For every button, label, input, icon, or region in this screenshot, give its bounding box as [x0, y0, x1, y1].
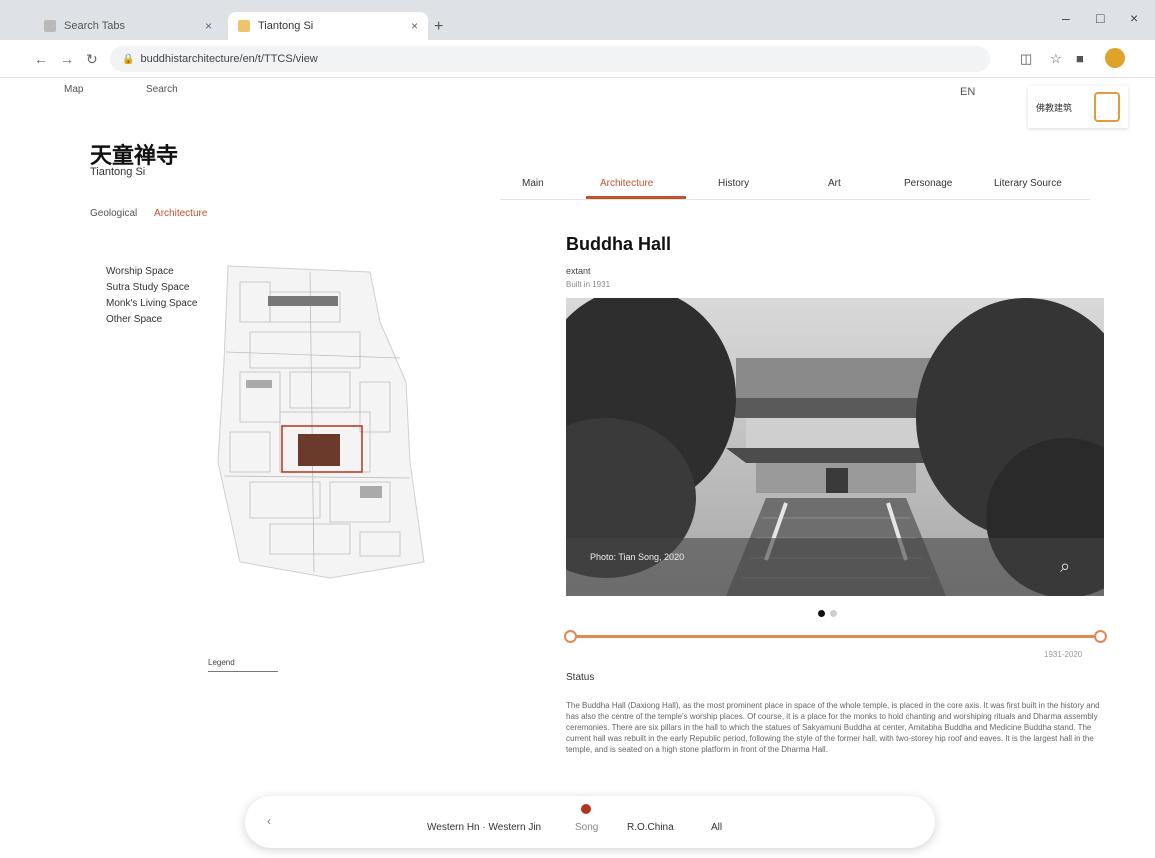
- nav-main[interactable]: Main: [522, 178, 544, 189]
- maximize-icon[interactable]: □: [1096, 10, 1104, 26]
- carousel-dots: [818, 610, 858, 620]
- buddha-hall-highlight[interactable]: [298, 434, 340, 466]
- address-bar[interactable]: 🔒 buddhistarchitecture/en/t/TTCS/view: [110, 46, 990, 72]
- legend-item-worship[interactable]: Worship Space: [106, 264, 197, 280]
- close-window-icon[interactable]: ×: [1130, 10, 1138, 26]
- site-logo[interactable]: 佛教建筑: [1028, 86, 1128, 128]
- tab-favicon-icon: [44, 20, 56, 32]
- minimize-icon[interactable]: –: [1062, 10, 1070, 26]
- hall-status: extant: [566, 266, 591, 276]
- close-tab-icon[interactable]: ×: [411, 19, 418, 33]
- top-nav-search[interactable]: Search: [146, 84, 178, 95]
- tab-label: Tiantong Si: [258, 20, 314, 32]
- nav-history[interactable]: History: [718, 178, 749, 189]
- logo-seal-icon: [1094, 92, 1120, 122]
- plan-legend-toggle[interactable]: Legend: [208, 658, 278, 672]
- subnav-architecture[interactable]: Architecture: [154, 208, 207, 219]
- bookmark-icon[interactable]: ☆: [1050, 51, 1062, 67]
- hall-title: Buddha Hall: [566, 234, 672, 254]
- nav-architecture[interactable]: Architecture: [600, 178, 653, 189]
- period-western-han[interactable]: Western Hn · Western Jin: [427, 822, 541, 833]
- extension-icon[interactable]: ◫: [1020, 51, 1032, 67]
- browser-tab[interactable]: Search Tabs ×: [34, 12, 222, 40]
- puzzle-icon[interactable]: ■: [1076, 51, 1084, 66]
- timeline-start-handle[interactable]: [564, 630, 577, 643]
- close-tab-icon[interactable]: ×: [205, 19, 212, 33]
- period-marker-icon: [581, 804, 591, 814]
- new-tab-icon[interactable]: +: [434, 18, 443, 36]
- lock-icon: 🔒: [122, 53, 135, 65]
- period-roc[interactable]: R.O.China: [627, 822, 674, 833]
- main-nav: Main Architecture History Art Personage …: [500, 168, 1090, 200]
- profile-avatar[interactable]: [1105, 48, 1125, 68]
- top-nav-map[interactable]: Map: [64, 84, 83, 95]
- forward-icon[interactable]: →: [60, 51, 74, 67]
- browser-tab-bar: Search Tabs × Tiantong Si × + – □ ×: [0, 0, 1155, 40]
- period-filter-bar: ‹ Western Hn · Western Jin Song R.O.Chin…: [245, 796, 935, 848]
- hall-built-date: Built in 1931: [566, 280, 611, 289]
- timeline-slider[interactable]: [564, 630, 1108, 644]
- browser-toolbar: ← → ↻ 🔒 buddhistarchitecture/en/t/TTCS/v…: [0, 40, 1155, 78]
- temple-plan-map[interactable]: [210, 262, 440, 582]
- status-heading: Status: [566, 672, 595, 683]
- tab-favicon-icon: [238, 20, 250, 32]
- photo-caption: Photo: Tian Song, 2020: [590, 552, 685, 562]
- chevron-left-icon[interactable]: ‹: [267, 814, 271, 828]
- timeline-track: [570, 635, 1102, 638]
- page-subtitle: Tiantong Si: [90, 166, 146, 178]
- carousel-dot-active[interactable]: [818, 610, 825, 617]
- hall-description: The Buddha Hall (Daxiong Hall), as the m…: [566, 701, 1100, 754]
- nav-literary-source[interactable]: Literary Source: [994, 178, 1062, 189]
- period-song[interactable]: Song: [575, 822, 598, 833]
- url-text: buddhistarchitecture/en/t/TTCS/view: [140, 53, 318, 65]
- plan-legend: Worship Space Sutra Study Space Monk's L…: [106, 264, 197, 328]
- browser-tab-active[interactable]: Tiantong Si ×: [228, 12, 428, 40]
- nav-active-underline: [586, 196, 686, 199]
- back-icon[interactable]: ←: [34, 51, 48, 67]
- timeline-end-handle[interactable]: [1094, 630, 1107, 643]
- nav-art[interactable]: Art: [828, 178, 841, 189]
- subnav-geological[interactable]: Geological: [90, 208, 137, 219]
- legend-item-sutra[interactable]: Sutra Study Space: [106, 280, 197, 296]
- language-switch[interactable]: EN: [960, 86, 975, 98]
- magnify-icon[interactable]: ⌕: [1060, 556, 1070, 577]
- legend-item-other[interactable]: Other Space: [106, 312, 197, 328]
- timeline-label: 1931-2020: [1044, 650, 1083, 659]
- period-all[interactable]: All: [711, 822, 722, 833]
- reload-icon[interactable]: ↻: [86, 51, 98, 68]
- site-header: Map Search EN 佛教建筑: [0, 78, 1155, 128]
- sub-nav: Geological Architecture: [90, 208, 207, 219]
- logo-text: 佛教建筑: [1036, 102, 1073, 113]
- carousel-dot[interactable]: [830, 610, 837, 617]
- tab-label: Search Tabs: [64, 20, 125, 32]
- nav-personage[interactable]: Personage: [904, 178, 952, 189]
- legend-item-living[interactable]: Monk's Living Space: [106, 296, 197, 312]
